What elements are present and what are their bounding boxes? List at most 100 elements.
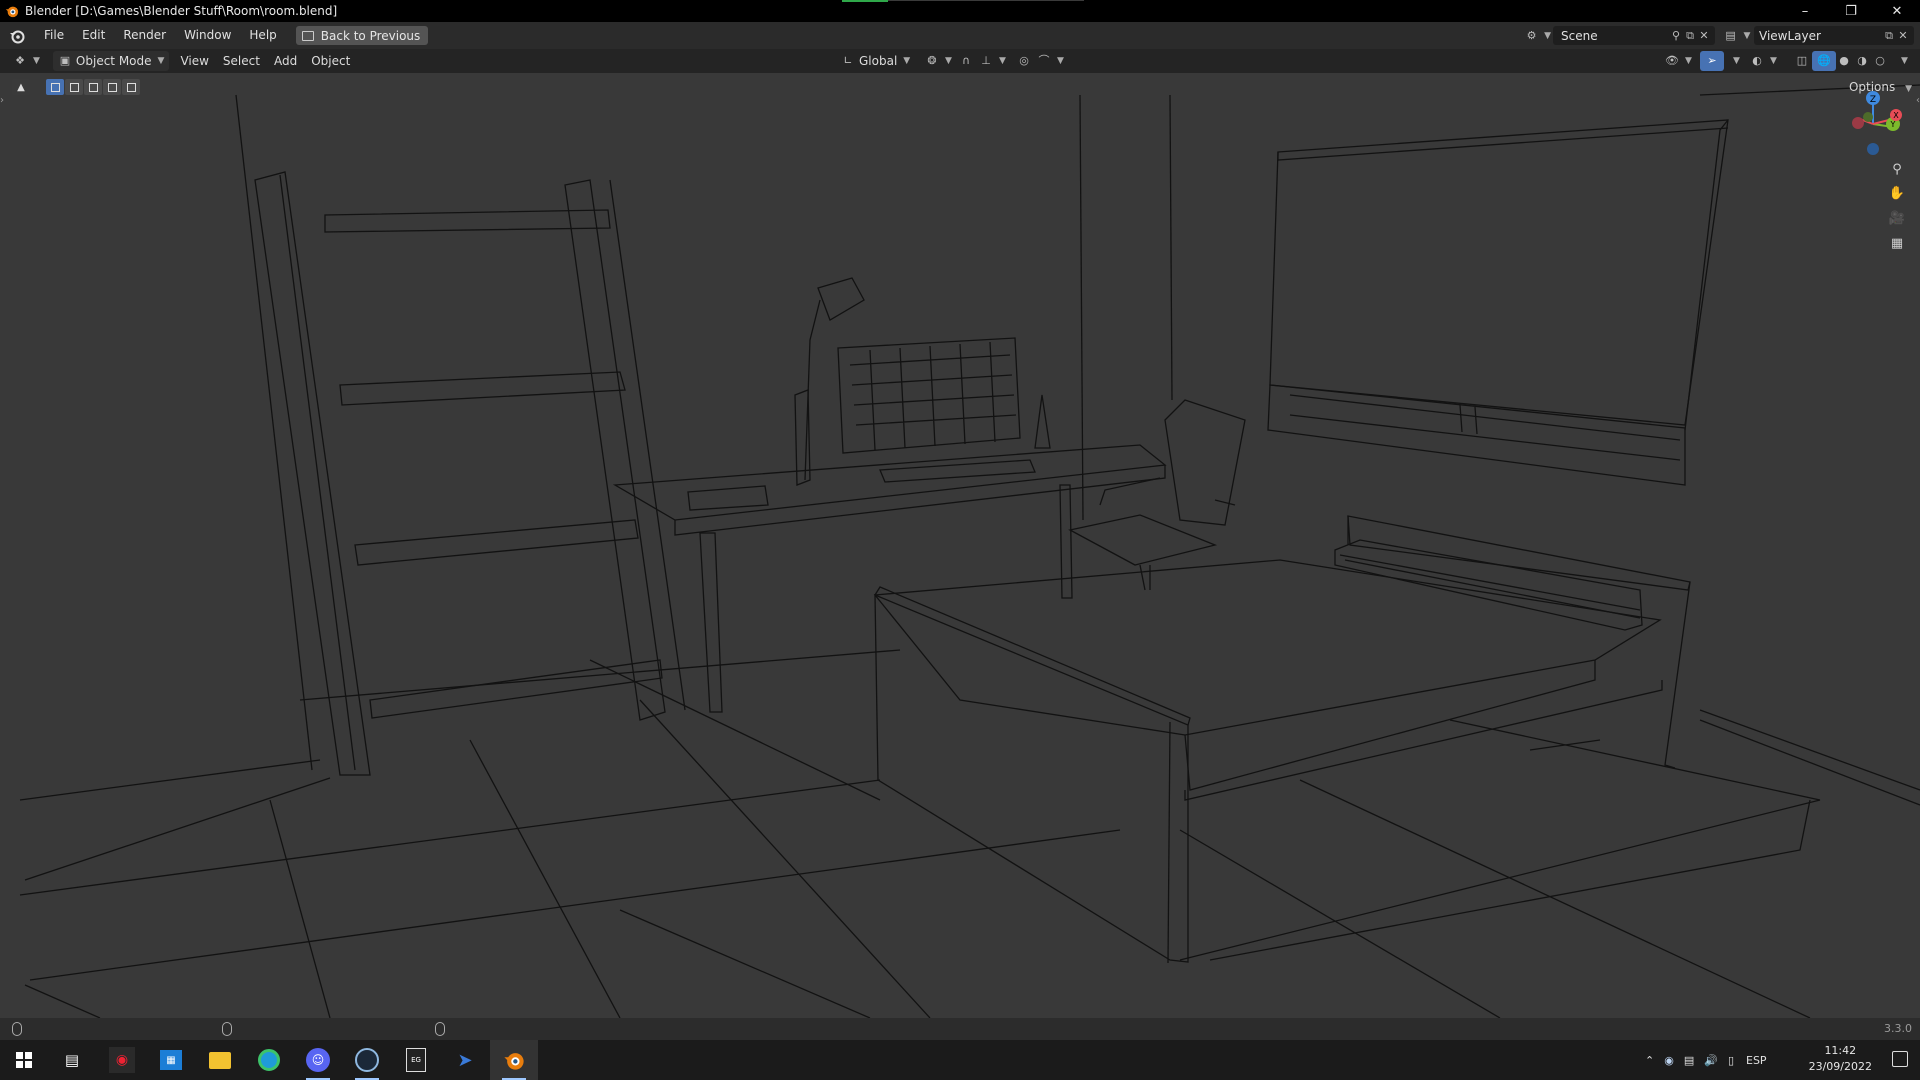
zoom-button[interactable]: ⚲: [1886, 158, 1908, 180]
scene-selector-button[interactable]: ⚙ ▼: [1525, 26, 1551, 45]
xray-toggle[interactable]: ◫: [1790, 51, 1814, 71]
taskbar-blender[interactable]: [490, 1040, 538, 1080]
system-tray: ⌃ ◉ ▤ 🔊 ▯ ESP: [1645, 1040, 1767, 1080]
chevron-down-icon: ▼: [1733, 56, 1740, 66]
chevron-down-icon: ▼: [1901, 56, 1908, 66]
falloff-curve-icon: ⌒: [1038, 54, 1050, 67]
active-tool-button[interactable]: ▲: [12, 79, 30, 95]
minimize-button[interactable]: –: [1782, 0, 1828, 22]
new-viewlayer-icon[interactable]: ⧉: [1882, 29, 1896, 43]
pan-button[interactable]: ✋: [1886, 182, 1908, 204]
back-to-previous-button[interactable]: Back to Previous: [295, 26, 429, 45]
editor-type-button[interactable]: ❖ ▼: [8, 51, 45, 71]
visibility-dropdown[interactable]: 👁 ▼: [1660, 51, 1697, 71]
menu-select[interactable]: Select: [218, 51, 265, 71]
camera-icon: 🎥: [1888, 210, 1906, 226]
snap-target-button[interactable]: ⊥ ▼: [974, 51, 1011, 71]
select-mode-subtract[interactable]: [84, 79, 102, 95]
taskbar-steam[interactable]: [343, 1040, 391, 1080]
menu-file[interactable]: File: [35, 22, 73, 49]
select-mode-intersect[interactable]: [122, 79, 140, 95]
menu-edit[interactable]: Edit: [73, 22, 114, 49]
gizmo-dropdown[interactable]: ▼: [1722, 51, 1745, 71]
gizmo-neg-z[interactable]: [1867, 143, 1879, 155]
taskbar-microsoft-store[interactable]: ▦: [147, 1040, 195, 1080]
volume-icon[interactable]: 🔊: [1704, 1054, 1718, 1067]
scene-field[interactable]: Scene ⚲ ⧉ ✕: [1553, 26, 1715, 45]
menu-render[interactable]: Render: [114, 22, 175, 49]
usb-device-icon[interactable]: ▯: [1728, 1054, 1734, 1067]
falloff-button[interactable]: ⌒ ▼: [1032, 51, 1069, 71]
clock-date: 23/09/2022: [1808, 1060, 1872, 1073]
lamp-head: [817, 277, 865, 321]
desk-leg: [1059, 484, 1073, 599]
blender-logo-icon[interactable]: [9, 28, 25, 44]
menu-view[interactable]: View: [175, 51, 213, 71]
menu-object[interactable]: Object: [306, 51, 355, 71]
menu-help[interactable]: Help: [240, 22, 285, 49]
taskbar-gaming-app[interactable]: ➤: [441, 1040, 489, 1080]
file-explorer-icon: [209, 1051, 231, 1069]
taskbar-epic-games[interactable]: EG: [392, 1040, 440, 1080]
gizmo-toggle[interactable]: ➢: [1700, 51, 1724, 71]
3d-viewport-icon: ❖: [15, 54, 25, 67]
input-language[interactable]: ESP: [1746, 1054, 1767, 1067]
viewlayer-selector-button[interactable]: ▤ ▼: [1722, 26, 1752, 45]
floor-tile: [1449, 719, 1821, 801]
title-accent: [842, 0, 888, 2]
sidebar-expand-arrow[interactable]: ‹: [1916, 95, 1920, 106]
taskbar-amd-radeon[interactable]: ◉: [98, 1040, 146, 1080]
camera-view-button[interactable]: 🎥: [1886, 207, 1908, 229]
mouse-right-icon: [435, 1022, 445, 1036]
mouse-middle-icon: [222, 1022, 232, 1036]
taskbar-discord[interactable]: ☺: [294, 1040, 342, 1080]
wireframe-scene[interactable]: [0, 73, 1920, 1018]
floor-tile: [1529, 739, 1601, 751]
overlays-toggle[interactable]: ◐ ▼: [1745, 51, 1782, 71]
menu-window[interactable]: Window: [175, 22, 240, 49]
taskbar-file-explorer[interactable]: [196, 1040, 244, 1080]
gizmo-neg-x[interactable]: [1852, 117, 1864, 129]
tray-overflow-chevron-icon[interactable]: ⌃: [1645, 1054, 1654, 1067]
3d-viewport[interactable]: ▲ Options ▼ › ‹ Z Y X ⚲ ✋ 🎥 ▦: [0, 73, 1920, 1018]
select-intersect-icon: [126, 82, 136, 92]
taskbar-edge[interactable]: [245, 1040, 293, 1080]
start-button[interactable]: [0, 1040, 48, 1080]
perspective-toggle-button[interactable]: ▦: [1886, 232, 1908, 254]
books: [687, 485, 769, 511]
shading-options-dropdown[interactable]: ▼: [1890, 51, 1913, 71]
floor-tile: [269, 799, 331, 1018]
new-scene-icon[interactable]: ⧉: [1683, 29, 1697, 43]
delete-scene-icon[interactable]: ✕: [1697, 29, 1711, 43]
shelf-board: [339, 371, 626, 406]
tray-steam-icon[interactable]: ◉: [1664, 1054, 1674, 1067]
network-icon[interactable]: ▤: [1684, 1054, 1694, 1067]
select-subtract-icon: [88, 82, 98, 92]
pillow-lines: [1339, 554, 1641, 619]
gizmo-neg-y[interactable]: [1863, 112, 1873, 122]
select-mode-new[interactable]: [46, 79, 64, 95]
shading-rendered-button[interactable]: ○: [1868, 51, 1892, 71]
taskbar-clock[interactable]: 11:42 23/09/2022: [1809, 1043, 1872, 1075]
toolbar-expand-arrow[interactable]: ›: [0, 95, 4, 106]
pin-icon[interactable]: ⚲: [1669, 29, 1683, 43]
delete-viewlayer-icon[interactable]: ✕: [1896, 29, 1910, 43]
object-mode-icon: ▣: [59, 54, 71, 67]
shelf-board: [324, 209, 611, 233]
close-button[interactable]: ✕: [1874, 0, 1920, 22]
viewlayer-field[interactable]: ViewLayer ⧉ ✕: [1754, 26, 1914, 45]
status-bar: 3.3.0: [0, 1018, 1920, 1040]
navigation-gizmo[interactable]: Z Y X: [1838, 89, 1908, 159]
menu-add[interactable]: Add: [269, 51, 302, 71]
select-mode-invert[interactable]: [103, 79, 121, 95]
notification-center-icon[interactable]: [1892, 1051, 1908, 1067]
pivot-point-button[interactable]: ❂ ▼: [920, 51, 957, 71]
restore-button[interactable]: ❐: [1828, 0, 1874, 22]
amd-radeon-icon: ◉: [109, 1047, 135, 1073]
task-view-button[interactable]: ▤: [48, 1040, 96, 1080]
bed-footboard-top: [874, 586, 1191, 726]
object-mode-dropdown[interactable]: ▣ Object Mode ▼: [52, 51, 170, 71]
chair-arm: [1099, 477, 1236, 506]
transform-orientation-dropdown[interactable]: ∟ Global ▼: [836, 51, 915, 71]
select-mode-extend[interactable]: [65, 79, 83, 95]
